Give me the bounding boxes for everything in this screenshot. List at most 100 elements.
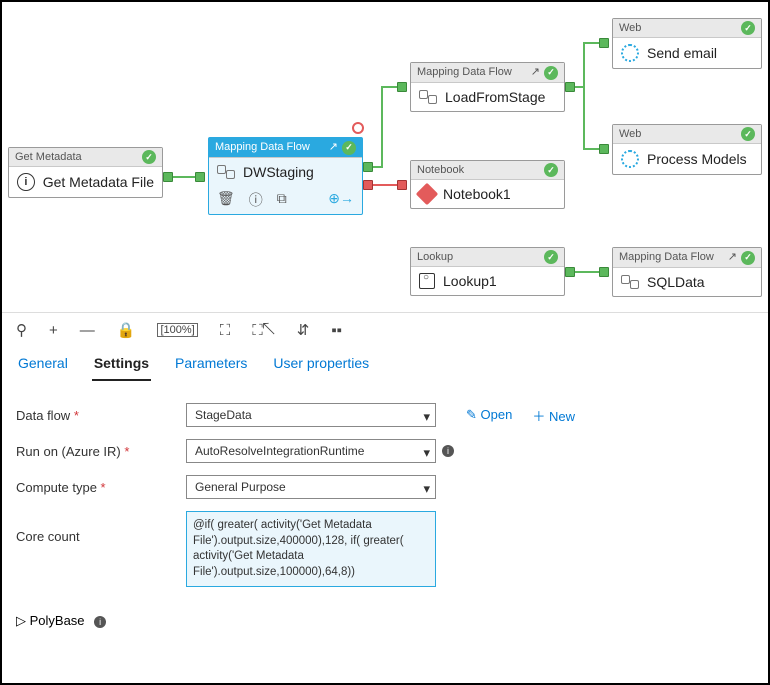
failure-port[interactable] — [363, 180, 373, 190]
failure-port[interactable] — [397, 180, 407, 190]
connector-fail — [373, 184, 399, 186]
success-port[interactable] — [565, 82, 575, 92]
connector — [583, 42, 585, 150]
info-icon[interactable]: i — [94, 616, 106, 628]
success-port[interactable] — [163, 172, 173, 182]
search-icon[interactable]: ⚲ — [16, 321, 27, 339]
status-check-icon: ✓ — [741, 21, 755, 35]
status-check-icon: ✓ — [142, 150, 156, 164]
canvas-toolbar: ⚲ + — 🔒 [100%] ⛶ ⛶↖ ⇵ ▪▪ — [2, 312, 768, 347]
connector — [575, 271, 601, 273]
tab-general[interactable]: General — [16, 347, 70, 381]
select-icon[interactable]: ⛶↖ — [252, 322, 275, 339]
node-dwstaging[interactable]: Mapping Data Flow ↗ ✓ DWStaging 🗑 ⓘ ⧉ ⊕→ — [208, 137, 363, 215]
web-icon — [621, 150, 639, 168]
node-type-label: Lookup — [417, 251, 453, 263]
status-check-icon: ✓ — [741, 251, 755, 265]
info-icon: i — [17, 173, 35, 191]
connector — [575, 86, 583, 88]
node-type-label: Mapping Data Flow — [619, 251, 714, 263]
node-label: Send email — [647, 45, 717, 61]
node-label: LoadFromStage — [445, 89, 545, 105]
chevron-down-icon: ▾ — [423, 481, 430, 497]
pipeline-canvas[interactable]: Get Metadata ✓ i Get Metadata File Mapping… — [2, 2, 768, 312]
layout-icon[interactable]: ⇵ — [297, 321, 310, 339]
node-type-label: Get Metadata — [15, 151, 82, 163]
node-type-label: Web — [619, 22, 641, 34]
polybase-section[interactable]: ▷ PolyBase i — [2, 609, 768, 639]
node-notebook[interactable]: Notebook ✓ Notebook1 — [410, 160, 565, 209]
corecount-expression[interactable]: @if( greater( activity('Get Metadata Fil… — [186, 511, 436, 587]
chevron-down-icon: ▾ — [423, 445, 430, 461]
node-send-email[interactable]: Web ✓ Send email — [612, 18, 762, 69]
node-get-metadata[interactable]: Get Metadata ✓ i Get Metadata File — [8, 147, 163, 198]
compute-select[interactable]: General Purpose▾ — [186, 475, 436, 499]
fit-icon[interactable]: ⛶ — [220, 322, 231, 339]
lock-icon[interactable]: 🔒 — [117, 321, 136, 339]
dataflow-icon — [621, 275, 639, 289]
node-sqldata[interactable]: Mapping Data Flow ↗ ✓ SQLData — [612, 247, 762, 297]
status-check-icon: ✓ — [741, 127, 755, 141]
settings-tabs: General Settings Parameters User propert… — [2, 347, 768, 381]
tab-parameters[interactable]: Parameters — [173, 347, 249, 381]
success-port[interactable] — [599, 144, 609, 154]
delete-icon[interactable]: 🗑 — [217, 190, 235, 210]
connector — [173, 176, 195, 178]
status-check-icon: ✓ — [544, 250, 558, 264]
open-external-icon[interactable]: ↗ — [728, 251, 737, 263]
status-check-icon: ✓ — [342, 141, 356, 155]
tab-settings[interactable]: Settings — [92, 347, 151, 381]
open-external-icon[interactable]: ↗ — [531, 66, 540, 78]
node-type-label: Mapping Data Flow — [215, 141, 310, 153]
success-port[interactable] — [599, 267, 609, 277]
dataflow-icon — [419, 90, 437, 104]
compute-label: Compute type — [16, 480, 186, 495]
corecount-label: Core count — [16, 511, 186, 544]
success-port[interactable] — [565, 267, 575, 277]
tab-user-properties[interactable]: User properties — [271, 347, 371, 381]
view-icon[interactable]: ▪▪ — [331, 322, 342, 339]
node-lookup[interactable]: Lookup ✓ Lookup1 — [410, 247, 565, 296]
info-small-icon[interactable]: ⓘ — [249, 190, 263, 210]
web-icon — [621, 44, 639, 62]
node-type-label: Web — [619, 128, 641, 140]
node-label: DWStaging — [243, 164, 314, 180]
node-label: Notebook1 — [443, 186, 511, 202]
dataflow-label: Data flow — [16, 408, 186, 423]
status-check-icon: ✓ — [544, 66, 558, 80]
node-type-label: Notebook — [417, 164, 464, 176]
node-label: Get Metadata File — [43, 174, 154, 190]
new-dataflow-link[interactable]: ＋ New — [532, 406, 575, 425]
open-external-icon[interactable]: ↗ — [329, 141, 338, 153]
node-action-bar: 🗑 ⓘ ⧉ ⊕→ — [209, 186, 362, 214]
success-port[interactable] — [195, 172, 205, 182]
success-port[interactable] — [363, 162, 373, 172]
node-load-from-stage[interactable]: Mapping Data Flow ↗ ✓ LoadFromStage — [410, 62, 565, 112]
info-icon[interactable]: i — [442, 445, 454, 457]
node-process-models[interactable]: Web ✓ Process Models — [612, 124, 762, 175]
node-label: Process Models — [647, 151, 747, 167]
settings-form: Data flow StageData▾ ✎ Open ＋ New Run on… — [2, 381, 768, 609]
runon-label: Run on (Azure IR) — [16, 444, 186, 459]
runon-select[interactable]: AutoResolveIntegrationRuntime▾ — [186, 439, 436, 463]
dataflow-select[interactable]: StageData▾ — [186, 403, 436, 427]
success-port[interactable] — [599, 38, 609, 48]
remove-icon[interactable]: — — [80, 322, 95, 339]
zoom-pct-icon[interactable]: [100%] — [157, 323, 197, 337]
copy-icon[interactable]: ⧉ — [277, 190, 287, 210]
success-port[interactable] — [397, 82, 407, 92]
notebook-icon — [416, 183, 439, 206]
open-dataflow-link[interactable]: ✎ Open — [466, 407, 512, 423]
add-branch-icon[interactable]: ⊕→ — [328, 190, 354, 210]
breakpoint-icon[interactable] — [352, 122, 364, 134]
dataflow-icon — [217, 165, 235, 179]
lookup-icon — [419, 273, 435, 289]
connector — [373, 166, 381, 168]
node-label: SQLData — [647, 274, 705, 290]
add-icon[interactable]: + — [49, 322, 58, 339]
chevron-down-icon: ▾ — [423, 409, 430, 425]
node-label: Lookup1 — [443, 273, 497, 289]
status-check-icon: ✓ — [544, 163, 558, 177]
node-type-label: Mapping Data Flow — [417, 66, 512, 78]
connector — [381, 86, 383, 168]
